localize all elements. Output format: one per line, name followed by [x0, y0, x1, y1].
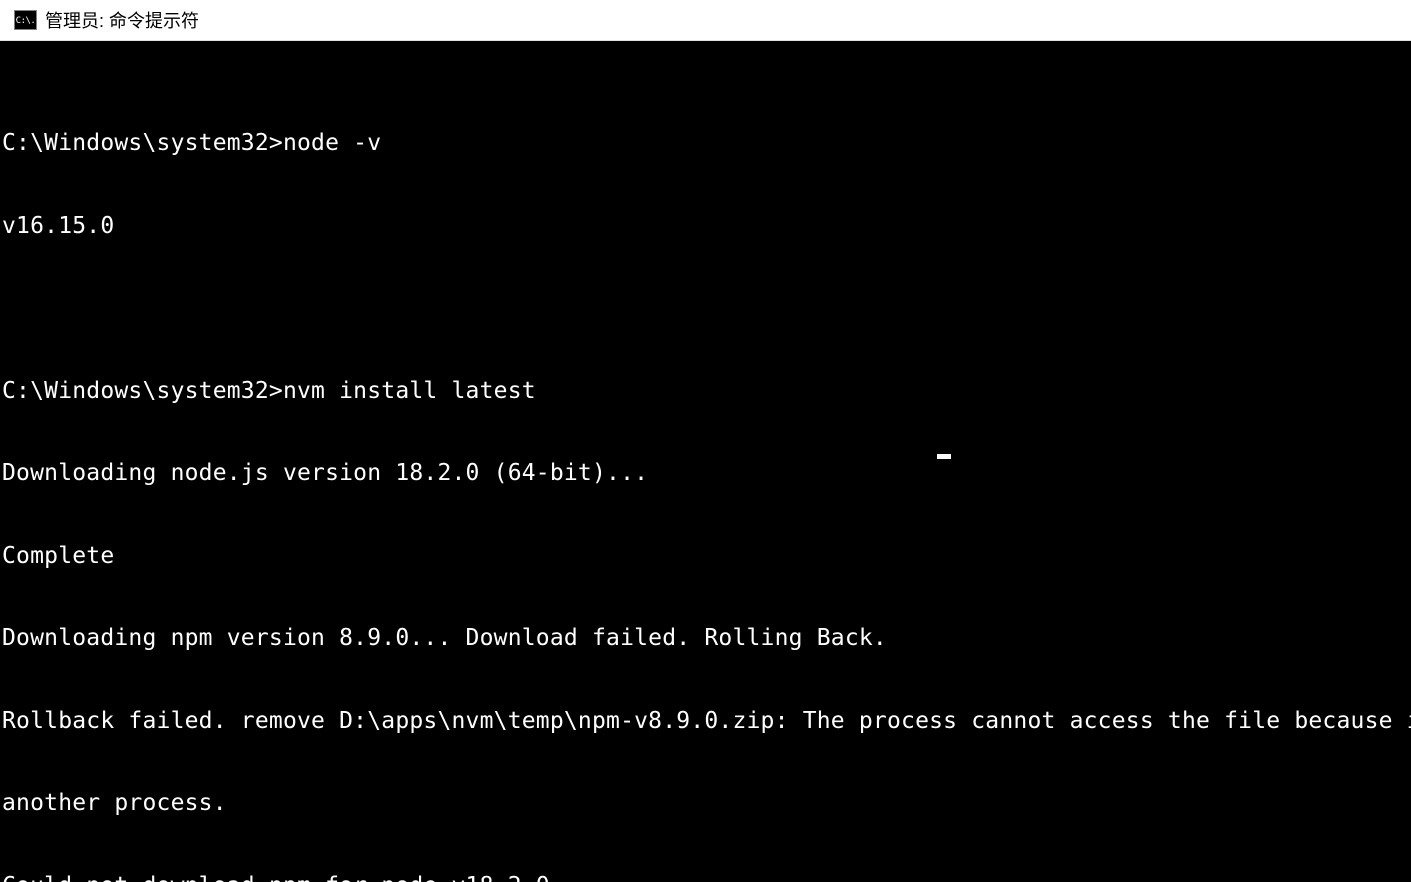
terminal-line: another process.: [2, 790, 1411, 818]
terminal-line: v16.15.0: [2, 213, 1411, 241]
window-title: 管理员: 命令提示符: [45, 7, 199, 33]
terminal-line: [2, 295, 1411, 323]
terminal-line: Rollback failed. remove D:\apps\nvm\temp…: [2, 708, 1411, 736]
terminal-output[interactable]: C:\Windows\system32>node -v v16.15.0 C:\…: [0, 41, 1411, 882]
terminal-line: C:\Windows\system32>node -v: [2, 130, 1411, 158]
terminal-line: Could not download npm for node v18.2.0.: [2, 873, 1411, 882]
window-titlebar[interactable]: C:\. 管理员: 命令提示符: [0, 0, 1411, 41]
terminal-line: Complete: [2, 543, 1411, 571]
terminal-line: Downloading node.js version 18.2.0 (64-b…: [2, 460, 1411, 488]
cmd-icon: C:\.: [14, 10, 37, 30]
terminal-line: Downloading npm version 8.9.0... Downloa…: [2, 625, 1411, 653]
terminal-cursor: [937, 454, 951, 459]
terminal-line: C:\Windows\system32>nvm install latest: [2, 378, 1411, 406]
